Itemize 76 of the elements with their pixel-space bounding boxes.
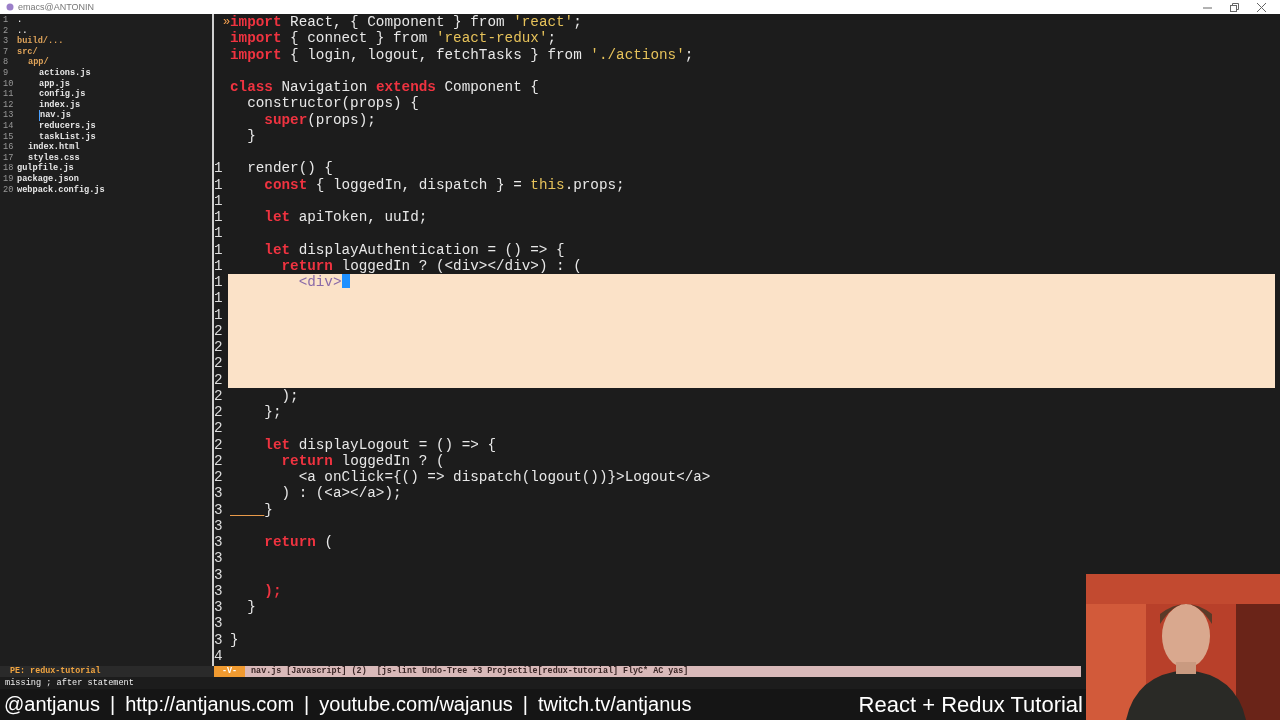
- file-item[interactable]: webpack.config.js: [17, 184, 105, 196]
- code-line: }: [246, 127, 256, 144]
- tutorial-title: React + Redux Tutorial: [858, 691, 1083, 718]
- line-number: 18: [2, 163, 15, 174]
- line-number: 10: [2, 78, 15, 90]
- line-number: 1: [214, 290, 228, 307]
- mode-line-info: nav.js [Javascript] (2) [js-lint Undo-Tree +3 Projectile[redux-tutorial] FlyC* AC yas]: [245, 666, 1082, 677]
- project-label: PE: redux-tutorial: [0, 666, 214, 677]
- fringe-marker: »: [223, 14, 231, 31]
- text-cursor: [341, 274, 350, 288]
- line-number: 16: [2, 142, 15, 153]
- line-number: 1: [2, 15, 10, 26]
- code-line: class Navigation extends Component {: [229, 79, 539, 96]
- code-line: }: [263, 501, 273, 518]
- code-line: const { loggedIn, dispatch } = this.props;: [263, 176, 625, 193]
- close-icon[interactable]: [1257, 2, 1266, 12]
- line-number: 12: [2, 99, 15, 111]
- code-line: ) : (<a></a>);: [280, 485, 402, 502]
- line-number: 2: [214, 355, 228, 372]
- folder-item[interactable]: src/: [17, 46, 38, 58]
- line-number: 15: [2, 131, 15, 143]
- code-line: let apiToken, uuId;: [263, 209, 428, 226]
- file-item[interactable]: .: [17, 15, 23, 26]
- code-line: return loggedIn ? (: [280, 452, 445, 469]
- app-icon: [6, 3, 14, 11]
- line-number: 19: [2, 173, 15, 185]
- file-item[interactable]: gulpfile.js: [17, 163, 74, 174]
- separator: |: [304, 693, 310, 716]
- line-number: 1: [214, 274, 228, 291]
- code-line: import { connect } from 'react-redux';: [229, 30, 557, 47]
- line-number: 20: [2, 184, 15, 196]
- code-line: import { login, logout, fetchTasks } from './actions';: [229, 46, 694, 63]
- folder-item[interactable]: build/...: [17, 36, 64, 47]
- separator: |: [109, 693, 116, 716]
- line-number: 13: [2, 110, 15, 121]
- code-line: let displayLogout = () => {: [263, 436, 496, 453]
- line-number: 17: [2, 152, 15, 164]
- evil-state-label: -V-: [214, 666, 246, 677]
- code-line: <div>: [297, 274, 342, 291]
- file-item[interactable]: reducers.js: [39, 120, 96, 132]
- file-item[interactable]: app.js: [39, 78, 70, 90]
- file-item[interactable]: nav.js: [39, 110, 71, 121]
- file-item[interactable]: index.html: [28, 142, 80, 153]
- file-item[interactable]: ..: [17, 25, 28, 37]
- file-item[interactable]: package.json: [17, 173, 79, 185]
- code-line: );: [280, 387, 299, 404]
- line-number: 8: [2, 57, 10, 68]
- line-number: 2: [214, 339, 228, 356]
- file-item[interactable]: config.js: [39, 89, 86, 100]
- line-number: 7: [2, 46, 10, 58]
- code-line: super(props);: [263, 111, 376, 128]
- restore-icon[interactable]: [1230, 2, 1239, 12]
- window-title: emacs@ANTONIN: [18, 2, 94, 12]
- code-line: constructor(props) {: [246, 95, 419, 112]
- code-line: let displayAuthentication = () => {: [263, 241, 565, 258]
- file-item[interactable]: index.js: [39, 99, 81, 111]
- line-number: 3: [2, 36, 10, 47]
- code-line: );: [263, 582, 282, 599]
- code-line: }: [229, 631, 239, 648]
- echo-message: missing ; after statement: [5, 678, 134, 688]
- file-item[interactable]: actions.js: [39, 67, 91, 79]
- file-item[interactable]: styles.css: [28, 152, 80, 164]
- separator: |: [522, 693, 528, 716]
- line-number: 2: [2, 25, 10, 37]
- line-number: 11: [2, 89, 15, 100]
- code-line: render() {: [246, 160, 333, 177]
- code-line: };: [263, 404, 282, 421]
- file-item[interactable]: taskList.js: [39, 131, 96, 143]
- code-line: return loggedIn ? (<div></div>) : (: [280, 257, 582, 274]
- folder-item[interactable]: app/: [28, 57, 49, 68]
- code-line: }: [246, 599, 256, 616]
- line-number: 9: [2, 67, 10, 79]
- code-line: import React, { Component } from 'react';: [229, 14, 582, 31]
- code-line: return (: [263, 534, 333, 551]
- code-line: <a onClick={() => dispatch(logout())}>Logout</a>: [297, 469, 711, 486]
- line-number: 14: [2, 120, 15, 132]
